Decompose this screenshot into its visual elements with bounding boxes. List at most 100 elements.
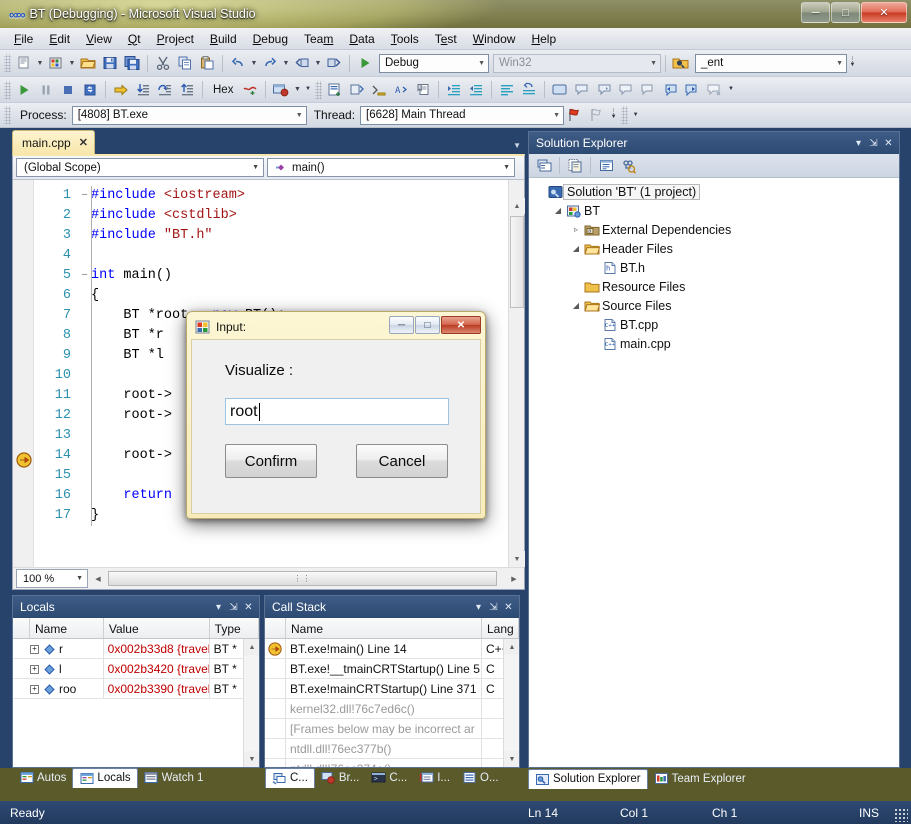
surround-with-icon[interactable] [346, 79, 368, 100]
tab-autos[interactable]: Autos [13, 768, 72, 788]
navigate-forward-icon[interactable] [323, 53, 345, 74]
menu-item-help[interactable]: Help [523, 30, 564, 48]
comment-balloon-delete-icon[interactable] [637, 79, 659, 100]
show-next-statement-icon[interactable] [110, 79, 132, 100]
dialog-maximize-button[interactable]: □ [415, 316, 440, 334]
twisty-icon[interactable]: ▹ [569, 225, 583, 234]
previous-comment-icon[interactable] [659, 79, 681, 100]
toolbar-overflow-button[interactable]: ▼ [302, 80, 313, 100]
expand-icon[interactable]: + [29, 684, 39, 694]
tab-call-stack[interactable]: C... [265, 767, 315, 788]
call-stack-name-cell[interactable]: BT.exe!main() Line 14 [286, 639, 482, 658]
locals-col-value[interactable]: Value [104, 618, 210, 638]
locals-value-cell[interactable]: 0x002b3420 {travel=f [104, 659, 210, 678]
breakpoint-icon[interactable] [270, 79, 292, 100]
menu-item-debug[interactable]: Debug [245, 30, 296, 48]
tree-node[interactable]: C++ BT.cpp [529, 315, 899, 334]
pin-icon[interactable]: ⇲ [486, 599, 501, 616]
locals-row[interactable]: + r 0x002b33d8 {travel=f BT * [13, 639, 259, 659]
close-icon[interactable]: ✕ [501, 599, 516, 616]
tab-breakpoints[interactable]: Br... [315, 768, 365, 788]
locals-value-cell[interactable]: 0x002b3390 {travel=f [104, 679, 210, 698]
toggle-tasklist-icon[interactable] [549, 79, 571, 100]
add-new-item-dropdown-icon[interactable]: ▼ [67, 53, 77, 74]
tab-main-cpp[interactable]: main.cpp ✕ [12, 130, 95, 154]
process-combo[interactable]: [4808] BT.exe ▼ [71, 105, 307, 125]
locals-scrollbar[interactable]: ▲ ▼ [243, 639, 259, 767]
close-icon[interactable]: ✕ [881, 135, 896, 152]
cut-icon[interactable] [152, 53, 174, 74]
locals-col-type[interactable]: Type [210, 618, 259, 638]
tree-node[interactable]: h BT.h [529, 258, 899, 277]
break-all-icon[interactable] [35, 79, 57, 100]
tab-immediate-window[interactable]: I... [413, 768, 456, 788]
next-comment-icon[interactable] [681, 79, 703, 100]
pin-icon[interactable]: ⇲ [226, 599, 241, 616]
menu-item-edit[interactable]: Edit [41, 30, 78, 48]
increase-indent-icon[interactable] [443, 79, 465, 100]
chevron-down-icon[interactable]: ▾ [211, 599, 226, 616]
solution-config-combo[interactable]: Debug ▼ [379, 53, 489, 73]
twisty-icon[interactable]: ◢ [569, 244, 583, 253]
undo-icon[interactable] [227, 53, 249, 74]
toolbar-grip[interactable] [621, 106, 629, 124]
locals-row[interactable]: + roo 0x002b3390 {travel=f BT * [13, 679, 259, 699]
scroll-up-button[interactable]: ▲ [244, 639, 259, 655]
toolbar-grip[interactable] [4, 80, 11, 99]
expand-icon[interactable]: + [29, 664, 39, 674]
tree-node[interactable]: ▹ a External Dependencies [529, 220, 899, 239]
toolbar-grip[interactable] [315, 80, 323, 99]
unflag-thread-icon[interactable] [586, 105, 608, 126]
menu-item-data[interactable]: Data [341, 30, 382, 48]
call-stack-name-cell[interactable]: [Frames below may be incorrect ar [286, 719, 482, 738]
step-into-icon[interactable] [132, 79, 154, 100]
menu-item-project[interactable]: Project [149, 30, 202, 48]
tree-node[interactable]: Resource Files [529, 277, 899, 296]
close-icon[interactable]: ✕ [79, 136, 88, 149]
locals-value-cell[interactable]: 0x002b33d8 {travel=f [104, 639, 210, 658]
confirm-button[interactable]: Confirm [225, 444, 317, 478]
tree-node[interactable]: Solution 'BT' (1 project) [529, 182, 899, 201]
tab-output-window[interactable]: O... [456, 768, 505, 788]
find-combo[interactable]: _ent ▼ [695, 53, 847, 73]
zoom-level-combo[interactable]: 100 % ▼ [16, 569, 88, 588]
resize-grip[interactable] [894, 808, 908, 822]
call-stack-name-cell[interactable]: ntdll.dll!76ec374e() [286, 759, 482, 767]
paste-icon[interactable] [196, 53, 218, 74]
tree-node[interactable]: C++ main.cpp [529, 334, 899, 353]
tab-command-window[interactable]: > C... [365, 768, 413, 788]
undo-dropdown-icon[interactable]: ▼ [249, 53, 259, 74]
pin-icon[interactable]: ⇲ [866, 135, 881, 152]
chevron-down-icon[interactable]: ▾ [471, 599, 486, 616]
decrease-indent-icon[interactable] [465, 79, 487, 100]
call-stack-row[interactable]: [Frames below may be incorrect ar [265, 719, 519, 739]
flag-thread-icon[interactable] [564, 105, 586, 126]
locals-name-cell[interactable]: + roo [29, 679, 104, 698]
locals-grid[interactable]: Name Value Type + r 0x002b33d8 {travel=f BT… [13, 618, 259, 767]
comment-selection-icon[interactable] [368, 79, 390, 100]
redo-icon[interactable] [259, 53, 281, 74]
new-item-dropdown-icon[interactable]: ▼ [35, 53, 45, 74]
dialog-close-button[interactable]: ✕ [441, 316, 481, 334]
minimize-button[interactable]: ─ [801, 2, 830, 23]
refresh-icon[interactable] [617, 156, 639, 176]
menu-item-qt[interactable]: Qt [120, 30, 149, 48]
scope-combo[interactable]: (Global Scope) ▼ [16, 158, 264, 177]
scroll-left-button[interactable]: ◀ [90, 570, 106, 587]
call-stack-name-cell[interactable]: BT.exe!mainCRTStartup() Line 371 [286, 679, 482, 698]
scroll-down-button[interactable]: ▼ [244, 751, 259, 767]
comment-balloon-prev-icon[interactable] [615, 79, 637, 100]
tree-node[interactable]: ◢ Header Files [529, 239, 899, 258]
scroll-down-button[interactable]: ▼ [504, 751, 519, 767]
uncomment-selection-icon[interactable]: A [390, 79, 412, 100]
show-all-files-icon[interactable] [564, 156, 586, 176]
tab-team-explorer[interactable]: Team Explorer [648, 769, 752, 789]
undo-format-icon[interactable] [518, 79, 540, 100]
comment-balloon-add-icon[interactable] [571, 79, 593, 100]
new-item-icon[interactable] [13, 53, 35, 74]
close-button[interactable]: ✕ [861, 2, 907, 23]
hex-display-button[interactable]: Hex [207, 82, 239, 98]
call-stack-col-name[interactable]: Name [286, 618, 482, 638]
breakpoint-dropdown-icon[interactable]: ▼ [292, 79, 302, 100]
expand-icon[interactable]: + [29, 644, 39, 654]
